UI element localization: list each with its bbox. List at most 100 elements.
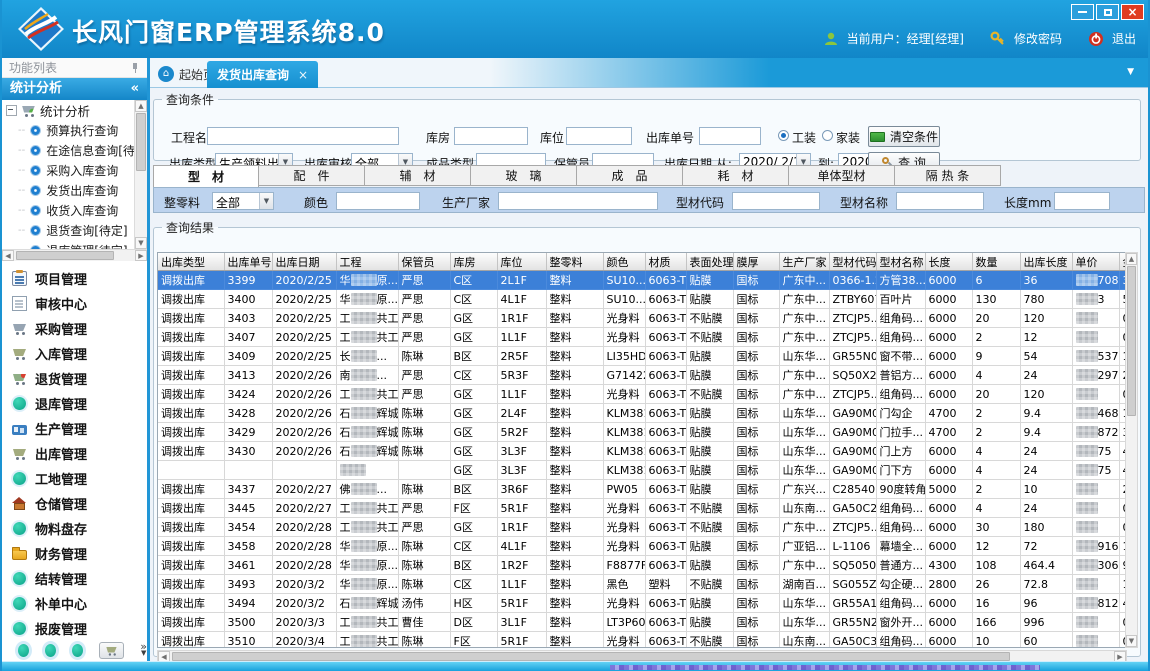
column-header[interactable]: 整零料	[546, 253, 603, 271]
sidebar-module[interactable]: 补单中心	[2, 591, 147, 616]
scroll-down-icon[interactable]: ▼	[1126, 635, 1137, 647]
toolbar-overflow-chevron[interactable]: »▼	[140, 643, 147, 657]
tree-expand-icon[interactable]	[6, 105, 17, 116]
table-row[interactable]: 调拨出库34282020/2/26石辉城陈琳G区2L4F整料KLM3817606…	[158, 404, 1127, 423]
scroll-down-icon[interactable]: ▼	[135, 237, 147, 249]
sidebar-module[interactable]: 审核中心	[2, 291, 147, 316]
column-header[interactable]: 保管员	[398, 253, 450, 271]
pin-icon[interactable]	[131, 63, 139, 73]
table-vertical-scrollbar[interactable]: ▲ ▼	[1125, 252, 1138, 648]
table-hscroll-thumb[interactable]	[172, 652, 1010, 661]
column-header[interactable]: 膜厚	[733, 253, 779, 271]
column-header[interactable]: 出库单号	[224, 253, 272, 271]
maximize-button[interactable]	[1096, 4, 1119, 20]
table-row[interactable]: 调拨出库34242020/2/26工共工程严思G区1L1F整料光身料6063-T…	[158, 385, 1127, 404]
table-row[interactable]: 调拨出库34292020/2/26石辉城陈琳G区5R2F整料KLM3817606…	[158, 423, 1127, 442]
sidebar-module[interactable]: 财务管理	[2, 541, 147, 566]
tree-hscroll-thumb[interactable]	[16, 251, 114, 260]
tab-close-icon[interactable]: ×	[298, 68, 308, 82]
tree-horizontal-scrollbar[interactable]: ◀ ▶	[2, 249, 147, 261]
whole-part-combo[interactable]: 全部▼	[212, 192, 274, 210]
table-row[interactable]: 调拨出库34302020/2/26石辉城陈琳G区3L3F整料KLM3817606…	[158, 442, 1127, 461]
sidebar-module[interactable]: 结转管理	[2, 566, 147, 591]
sidebar-module[interactable]: 仓储管理	[2, 491, 147, 516]
toolbar-dot-icon[interactable]	[72, 644, 83, 657]
profile-code-input[interactable]	[732, 192, 820, 210]
tree-item[interactable]: --在途信息查询[待	[2, 140, 134, 160]
toolbar-cart-button[interactable]	[99, 642, 125, 659]
manufacturer-input[interactable]	[498, 192, 658, 210]
scroll-up-icon[interactable]: ▲	[135, 100, 147, 112]
column-header[interactable]: 单价	[1072, 253, 1119, 271]
tree-item[interactable]: --采购入库查询	[2, 160, 134, 180]
table-row[interactable]: 调拨出库34612020/2/28华原...陈琳B区1R2F整料F8877FT6…	[158, 556, 1127, 575]
sidebar-module[interactable]: 工地管理	[2, 466, 147, 491]
table-row[interactable]: 调拨出库34942020/3/2石辉城汤伟H区5R1F整料光身料6063-T5贴…	[158, 594, 1127, 613]
column-header[interactable]: 库位	[497, 253, 546, 271]
collapse-icon[interactable]: «	[131, 78, 139, 100]
sidebar-module[interactable]: 采购管理	[2, 316, 147, 341]
table-row[interactable]: 调拨出库34452020/2/27工共工程严思F区5R1F整料光身料6063-T…	[158, 499, 1127, 518]
tree-item[interactable]: --退货查询[待定]	[2, 220, 134, 240]
material-tab-0[interactable]: 型 材	[153, 165, 259, 187]
table-row[interactable]: 调拨出库34002020/2/25华原...严思C区4L1F整料SU10...6…	[158, 290, 1127, 309]
tab-list-dropdown-icon[interactable]: ▼	[1127, 67, 1134, 77]
warehouse-input[interactable]	[454, 127, 528, 145]
material-tab-5[interactable]: 耗 材	[683, 165, 789, 186]
column-header[interactable]: 型材名称	[876, 253, 925, 271]
minimize-button[interactable]	[1071, 4, 1094, 20]
location-input[interactable]	[566, 127, 632, 145]
sidebar-module[interactable]: 物料盘存	[2, 516, 147, 541]
tree-item[interactable]: --退库管理[待定]	[2, 240, 134, 249]
radio-gongzhuang[interactable]	[778, 130, 789, 141]
column-header[interactable]: 工程	[336, 253, 398, 271]
sidebar-module[interactable]: 退货管理	[2, 366, 147, 391]
column-header[interactable]: 出库日期	[272, 253, 336, 271]
table-vscroll-thumb[interactable]	[1127, 266, 1136, 416]
table-row[interactable]: G区3L3F整料KLM38176063-T5贴膜国标山东华...GA90M09.…	[158, 461, 1127, 480]
radio-jiazhuang[interactable]	[822, 130, 833, 141]
tree-vertical-scrollbar[interactable]: ▲ ▼	[134, 100, 147, 249]
table-row[interactable]: 调拨出库34582020/2/28华原...陈琳C区4L1F整料光身料6063-…	[158, 537, 1127, 556]
table-row[interactable]: 调拨出库35102020/3/4工共工程陈琳F区5R1F整料光身料6063-T5…	[158, 632, 1127, 649]
column-header[interactable]: 出库长度	[1020, 253, 1072, 271]
toolbar-dot-icon[interactable]	[18, 644, 29, 657]
profile-name-input[interactable]	[896, 192, 984, 210]
material-tab-1[interactable]: 配 件	[259, 165, 365, 186]
toolbar-dot-icon[interactable]	[45, 644, 56, 657]
logout-link[interactable]: 退出	[1112, 30, 1136, 47]
column-header[interactable]: 出库类型	[158, 253, 224, 271]
table-row[interactable]: 调拨出库34032020/2/25工共工程严思G区1R1F整料光身料6063-T…	[158, 309, 1127, 328]
close-button[interactable]: ×	[1121, 4, 1144, 20]
sidebar-module[interactable]: 入库管理	[2, 341, 147, 366]
material-tab-3[interactable]: 玻 璃	[471, 165, 577, 186]
material-tab-2[interactable]: 辅 材	[365, 165, 471, 186]
project-name-input[interactable]	[207, 127, 399, 145]
table-row[interactable]: 调拨出库34542020/2/28工共工程严思G区1R1F整料光身料6063-T…	[158, 518, 1127, 537]
table-row[interactable]: 调拨出库34072020/2/25工共工程严思G区1L1F整料光身料6063-T…	[158, 328, 1127, 347]
column-header[interactable]: 数量	[972, 253, 1020, 271]
tree-root-item[interactable]: 统计分析	[2, 100, 134, 120]
sidebar-module[interactable]: 退库管理	[2, 391, 147, 416]
table-row[interactable]: 调拨出库34132020/2/26南...严思C区5R3F整料G71422606…	[158, 366, 1127, 385]
table-row[interactable]: 调拨出库33992020/2/25华原...严思C区2L1F整料SU10...6…	[158, 271, 1127, 290]
scroll-right-icon[interactable]: ▶	[135, 250, 147, 261]
column-header[interactable]: 材质	[645, 253, 686, 271]
table-row[interactable]: 调拨出库34092020/2/25长...陈琳B区2R5F整料LI35HD606…	[158, 347, 1127, 366]
table-row[interactable]: 调拨出库35002020/3/3工共工程曹佳D区3L1F整料LT3P606063…	[158, 613, 1127, 632]
table-row[interactable]: 调拨出库34372020/2/27佛...陈琳B区3R6F整料PW056063-…	[158, 480, 1127, 499]
column-header[interactable]: 表面处理	[686, 253, 733, 271]
tree-item[interactable]: --预算执行查询	[2, 120, 134, 140]
order-no-input[interactable]	[699, 127, 761, 145]
column-header[interactable]: 长度	[925, 253, 972, 271]
material-tab-6[interactable]: 单体型材	[789, 165, 895, 186]
sidebar-module[interactable]: 项目管理	[2, 266, 147, 291]
column-header[interactable]: 库房	[450, 253, 497, 271]
material-tab-7[interactable]: 隔 热 条	[895, 165, 1001, 186]
clear-conditions-button[interactable]: 清空条件	[868, 126, 940, 147]
tree-vscroll-thumb[interactable]	[136, 113, 146, 171]
change-password-link[interactable]: 修改密码	[1014, 30, 1062, 47]
tree-item[interactable]: --收货入库查询	[2, 200, 134, 220]
material-tab-4[interactable]: 成 品	[577, 165, 683, 186]
tab-shipment-query[interactable]: 发货出库查询 ×	[207, 61, 318, 88]
